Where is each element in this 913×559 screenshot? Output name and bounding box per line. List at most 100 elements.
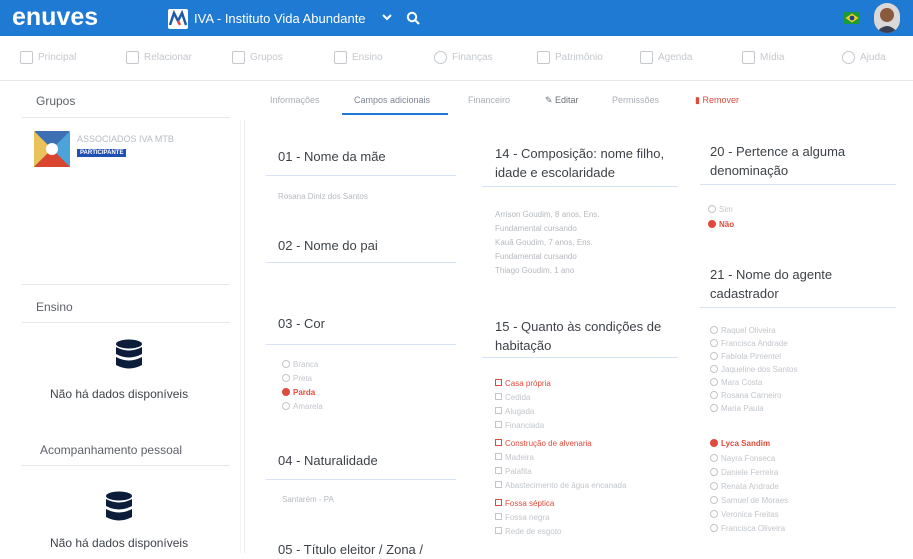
nav-home[interactable]: Principal — [20, 51, 76, 64]
field-voter-title: 05 - Título eleitor / Zona / — [278, 542, 423, 557]
tab-info[interactable]: Informações — [270, 95, 320, 105]
checkbox-checked-icon — [495, 439, 502, 446]
agent-option[interactable]: Nayra Fonseca — [710, 452, 775, 466]
tab-permissions[interactable]: Permissões — [612, 95, 659, 105]
housing-option[interactable]: Financiada — [495, 419, 544, 433]
family-line: Fundamental cursando — [495, 224, 577, 233]
housing-option-label: Casa própria — [505, 379, 551, 388]
search-icon[interactable] — [406, 11, 420, 25]
agent-option-label: Renata Andrade — [721, 482, 779, 491]
brazil-flag-icon[interactable] — [844, 12, 860, 24]
radio-icon — [710, 468, 718, 476]
nav-assets[interactable]: Patrimônio — [537, 51, 603, 64]
color-option[interactable]: Amarela — [282, 400, 323, 414]
color-option-label: Preta — [293, 374, 313, 383]
housing-option[interactable]: Madeira — [495, 451, 534, 465]
nav-relate[interactable]: Relacionar — [126, 51, 192, 64]
agent-option[interactable]: Francisca Andrade — [710, 337, 788, 351]
agent-option[interactable]: Maria Paula — [710, 402, 764, 416]
groups-title: Grupos — [36, 94, 76, 108]
avatar[interactable] — [874, 3, 900, 33]
agent-option-selected[interactable]: Lyca Sandim — [710, 437, 770, 451]
tab-extra-fields[interactable]: Campos adicionais — [354, 95, 430, 105]
agent-option[interactable]: Fabíola Pimentel — [710, 350, 781, 364]
nav-media-label: Mídia — [760, 52, 785, 64]
agent-option[interactable]: Rosana Carneiro — [710, 389, 781, 403]
field-father-divider — [266, 262, 456, 263]
housing-option-checked[interactable]: Casa própria — [495, 377, 551, 391]
nav-media[interactable]: Mídia — [742, 51, 784, 64]
app-logo[interactable]: enuves — [12, 3, 98, 32]
org-logo[interactable] — [168, 9, 188, 29]
housing-option[interactable]: Alugada — [495, 405, 534, 419]
housing-option-checked[interactable]: Construção de alvenaria — [495, 437, 592, 451]
agent-option-label: Rosana Carneiro — [721, 391, 782, 400]
housing-option[interactable]: Cedida — [495, 391, 530, 405]
edit-button[interactable]: ✎ Editar — [545, 95, 579, 106]
grid-icon — [232, 51, 245, 64]
users-icon — [126, 51, 139, 64]
agent-option-label: Maria Paula — [721, 404, 764, 413]
agent-option[interactable]: Francisca Oliveira — [710, 522, 785, 536]
radio-icon — [710, 404, 718, 412]
agent-option[interactable]: Mara Costa — [710, 376, 762, 390]
sidebar-separator — [244, 120, 245, 553]
group-name[interactable]: ASSOCIADOS IVA MTB — [77, 134, 174, 144]
field-color-divider — [266, 344, 456, 345]
housing-option-checked[interactable]: Fossa séptica — [495, 497, 554, 511]
chevron-down-icon[interactable] — [382, 12, 392, 22]
checkbox-icon — [495, 453, 502, 460]
radio-icon — [710, 454, 718, 462]
nav-help[interactable]: Ajuda — [842, 51, 886, 64]
radio-icon — [710, 365, 718, 373]
field-mother-name-title: 01 - Nome da mãe — [278, 149, 386, 164]
agent-option-label: Jaqueline dos Santos — [721, 365, 798, 374]
agent-option[interactable]: Samuel de Moraes — [710, 494, 788, 508]
checkbox-icon — [495, 527, 502, 534]
tab-financial[interactable]: Financeiro — [468, 95, 510, 105]
housing-option[interactable]: Fossa negra — [495, 511, 549, 525]
teaching-title: Ensino — [36, 300, 73, 314]
color-option[interactable]: Preta — [282, 372, 312, 386]
teaching-empty-message: Não há dados disponíveis — [50, 387, 189, 401]
checkbox-icon — [495, 467, 502, 474]
agent-option[interactable]: Raquel Oliveira — [710, 324, 776, 338]
agent-option-label: Mara Costa — [721, 378, 763, 387]
nav-finance[interactable]: Finanças — [434, 51, 493, 64]
agent-option-label: Raquel Oliveira — [721, 326, 776, 335]
color-option-label: Amarela — [293, 402, 323, 411]
radio-icon — [282, 402, 290, 410]
denomination-option-label: Sim — [719, 205, 733, 214]
nav-teaching[interactable]: Ensino — [334, 51, 383, 64]
agent-option[interactable]: Veronica Freitas — [710, 508, 779, 522]
building-icon — [537, 51, 550, 64]
color-option[interactable]: Branca — [282, 358, 318, 372]
group-avatar-icon[interactable] — [34, 131, 70, 167]
denomination-option[interactable]: Sim — [708, 203, 733, 217]
field-denomination-title: 20 - Pertence a alguma denominação — [710, 144, 846, 178]
org-selector-label[interactable]: IVA - Instituto Vida Abundante — [194, 11, 366, 26]
nav-agenda[interactable]: Agenda — [640, 51, 692, 64]
color-option-selected[interactable]: Parda — [282, 386, 315, 400]
pencil-icon: ✎ — [545, 95, 556, 105]
housing-option-label: Palafita — [505, 467, 532, 476]
agent-option[interactable]: Daniele Ferreira — [710, 466, 778, 480]
housing-option[interactable]: Abastecimento de água encanada — [495, 479, 626, 493]
org-logo-mark — [168, 9, 188, 26]
field-agent-title: 21 - Nome do agente cadastrador — [710, 267, 833, 301]
agent-option[interactable]: Renata Andrade — [710, 480, 779, 494]
housing-option[interactable]: Palafita — [495, 465, 532, 479]
agent-option[interactable]: Jaqueline dos Santos — [710, 363, 798, 377]
radio-icon — [710, 524, 718, 532]
housing-option[interactable]: Rede de esgoto — [495, 525, 562, 539]
remove-button[interactable]: ▮ Remover — [695, 95, 739, 106]
nav-groups[interactable]: Grupos — [232, 51, 283, 64]
checkbox-icon — [495, 513, 502, 520]
followup-title: Acompanhamento pessoal — [40, 443, 183, 457]
housing-option-label: Fossa negra — [505, 513, 550, 522]
agent-option-label: Fabíola Pimentel — [721, 352, 782, 361]
database-icon — [106, 491, 132, 521]
field-color-title: 03 - Cor — [278, 316, 325, 331]
radio-icon — [710, 326, 718, 334]
denomination-option-selected[interactable]: Não — [708, 218, 734, 232]
